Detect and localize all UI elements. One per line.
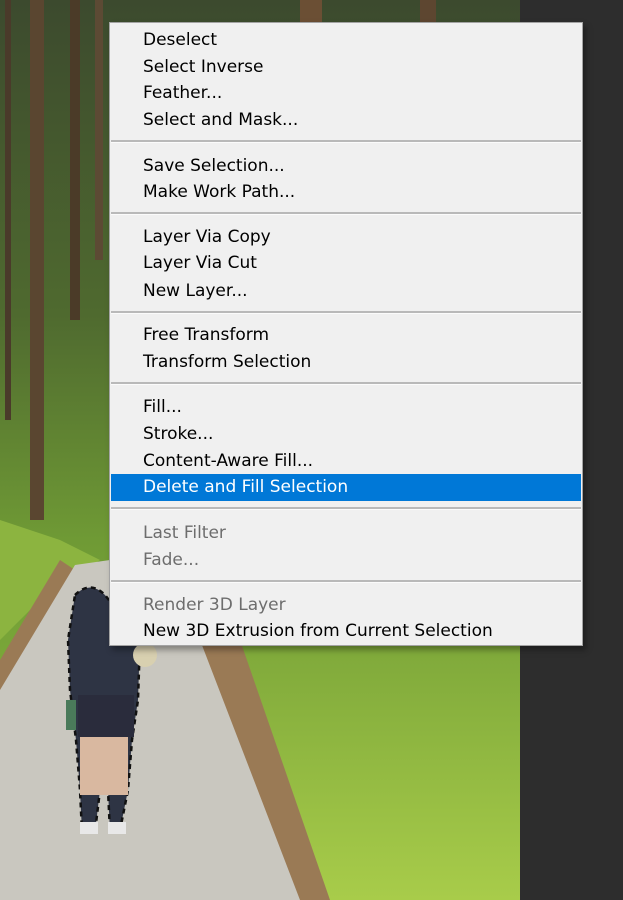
menu-item-free-transform[interactable]: Free Transform [111,322,581,349]
menu-item-content-aware-fill[interactable]: Content-Aware Fill... [111,448,581,475]
menu-item-layer-via-cut[interactable]: Layer Via Cut [111,250,581,277]
menu-item-select-and-mask[interactable]: Select and Mask... [111,107,581,134]
menu-item-save-selection[interactable]: Save Selection... [111,153,581,180]
menu-item-feather[interactable]: Feather... [111,80,581,107]
menu-separator [111,382,581,385]
menu-item-select-inverse[interactable]: Select Inverse [111,54,581,81]
menu-item-deselect[interactable]: Deselect [111,27,581,54]
menu-item-render-3d-layer: Render 3D Layer [143,595,286,615]
menu-item-layer-via-copy[interactable]: Layer Via Copy [111,224,581,251]
context-menu: Deselect Select Inverse Feather... Selec… [109,22,583,646]
menu-separator [111,140,581,143]
menu-item-new-layer[interactable]: New Layer... [111,278,581,305]
menu-separator [111,507,581,510]
menu-separator [111,311,581,314]
menu-item-make-work-path[interactable]: Make Work Path... [111,179,581,206]
menu-separator [111,580,581,583]
menu-separator [111,212,581,215]
menu-item-new-3d-extrusion[interactable]: New 3D Extrusion from Current Selection [111,618,581,645]
menu-item-delete-and-fill-selection[interactable]: Delete and Fill Selection [111,474,581,501]
menu-item-stroke[interactable]: Stroke... [111,421,581,448]
menu-item-transform-selection[interactable]: Transform Selection [111,349,581,376]
menu-item-last-filter: Last Filter [143,523,226,543]
menu-item-fill[interactable]: Fill... [111,394,581,421]
menu-item-fade: Fade... [143,550,200,570]
